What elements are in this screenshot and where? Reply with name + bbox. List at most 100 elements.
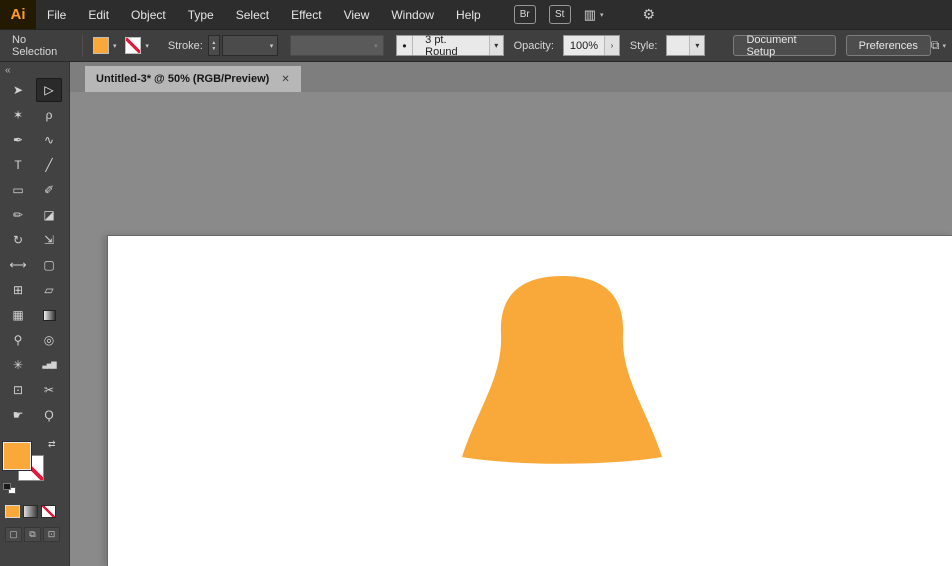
selection-tool[interactable]: ➤ xyxy=(5,78,31,102)
stroke-width-stepper[interactable]: ▲ ▼ xyxy=(207,35,221,56)
menu-effect[interactable]: Effect xyxy=(280,0,332,29)
default-fill-stroke-icon[interactable] xyxy=(3,483,17,495)
stock-button[interactable]: St xyxy=(548,5,571,24)
magic-wand-tool[interactable]: ✶ xyxy=(5,103,31,127)
mesh-tool[interactable]: ▦ xyxy=(5,303,31,327)
brush-value[interactable]: 3 pt. Round xyxy=(413,34,489,58)
none-button[interactable] xyxy=(41,505,56,518)
document-setup-button[interactable]: Document Setup xyxy=(733,34,836,58)
type-tool[interactable]: T xyxy=(5,153,31,177)
stroke-width-dropdown[interactable]: ▾ xyxy=(222,35,279,56)
mesh-tool-icon: ▦ xyxy=(12,308,24,322)
chevron-down-icon[interactable]: ▾ xyxy=(689,36,705,55)
stepper-down-icon[interactable]: ▼ xyxy=(211,46,216,52)
perspective-grid-tool[interactable]: ▱ xyxy=(36,278,62,302)
direct-selection-tool[interactable]: ▷ xyxy=(36,78,62,102)
stroke-label[interactable]: Stroke: xyxy=(168,40,203,52)
slice-tool-icon: ✂ xyxy=(43,383,55,397)
swap-fill-stroke-icon[interactable]: ⇄ xyxy=(48,439,56,450)
gradient-tool-icon xyxy=(42,309,56,321)
opacity-dropdown[interactable]: 100% › xyxy=(562,35,620,56)
paintbrush-tool[interactable]: ✐ xyxy=(36,178,62,202)
menu-edit[interactable]: Edit xyxy=(77,0,120,29)
gradient-button[interactable] xyxy=(23,505,38,518)
brush-preview-icon: • xyxy=(397,36,414,55)
tools-panel: « ➤ ▷ ✶ ρ ✒ ∿ T ╱ ▭ ✐ ✏ ◪ ↻ ⇲ ⟷ ▢ ⊞ ▱ ▦ ⚲ ◎ ✳ ▃▅▇ ⊡ ✂ ☛ Ϙ ⇄ ▢ ⧉ ⊡ xyxy=(0,62,70,566)
rectangle-tool[interactable]: ▭ xyxy=(5,178,31,202)
shaper-tool[interactable]: ✏ xyxy=(5,203,31,227)
chevron-down-icon: ▾ xyxy=(600,11,604,19)
draw-normal-mode[interactable]: ▢ xyxy=(5,527,22,542)
opacity-value[interactable]: 100% xyxy=(564,36,604,55)
column-graph-tool-icon: ▃▅▇ xyxy=(42,362,56,369)
menu-object[interactable]: Object xyxy=(120,0,177,29)
lasso-tool[interactable]: ρ xyxy=(36,103,62,127)
chevron-down-icon[interactable]: ▾ xyxy=(488,36,503,55)
menu-type[interactable]: Type xyxy=(177,0,225,29)
workspace-switcher[interactable]: ⧉ ▾ xyxy=(931,38,946,53)
bridge-button[interactable]: Br xyxy=(513,5,536,24)
draw-behind-mode-icon: ⧉ xyxy=(29,529,36,539)
fill-color-caret-icon[interactable]: ▾ xyxy=(113,42,117,50)
preferences-button[interactable]: Preferences xyxy=(845,35,931,56)
menu-bar: Ai File Edit Object Type Select Effect View Win… xyxy=(0,0,952,29)
pen-tool[interactable]: ✒ xyxy=(5,128,31,152)
symbol-sprayer-tool[interactable]: ✳ xyxy=(5,353,31,377)
menu-help[interactable]: Help xyxy=(445,0,492,29)
style-value[interactable] xyxy=(667,36,689,55)
menu-window[interactable]: Window xyxy=(380,0,445,29)
zoom-tool[interactable]: Ϙ xyxy=(36,403,62,427)
scale-tool[interactable]: ⇲ xyxy=(36,228,62,252)
fill-color-swatch[interactable] xyxy=(92,37,109,54)
selection-status-label: No Selection xyxy=(12,33,58,58)
hand-tool[interactable]: ☛ xyxy=(5,403,31,427)
shaper-tool-icon: ✏ xyxy=(12,208,24,222)
rectangle-tool-icon: ▭ xyxy=(12,183,24,197)
paint-type-buttons xyxy=(0,505,69,518)
eyedropper-tool[interactable]: ⚲ xyxy=(5,328,31,352)
brush-definition-dropdown[interactable]: • 3 pt. Round ▾ xyxy=(395,34,504,58)
close-icon[interactable]: ✕ xyxy=(281,74,289,85)
tools-panel-header: « xyxy=(0,62,69,78)
canvas-pasteboard[interactable] xyxy=(70,92,952,566)
fill-swatch[interactable] xyxy=(3,442,31,470)
width-tool[interactable]: ⟷ xyxy=(5,253,31,277)
shape-builder-tool[interactable]: ⊞ xyxy=(5,278,31,302)
style-dropdown[interactable]: ▾ xyxy=(666,35,706,56)
color-button[interactable] xyxy=(5,505,20,518)
free-transform-tool[interactable]: ▢ xyxy=(36,253,62,277)
chevron-icon[interactable]: › xyxy=(603,36,619,55)
collapse-panel-icon[interactable]: « xyxy=(5,65,11,76)
selection-tool-icon: ➤ xyxy=(12,83,24,97)
perspective-grid-tool-icon: ▱ xyxy=(44,283,54,297)
draw-normal-mode-icon: ▢ xyxy=(9,529,18,539)
column-graph-tool[interactable]: ▃▅▇ xyxy=(36,353,62,377)
draw-inside-mode[interactable]: ⊡ xyxy=(43,527,60,542)
menu-view[interactable]: View xyxy=(333,0,381,29)
artboard[interactable] xyxy=(108,236,952,566)
opacity-label[interactable]: Opacity: xyxy=(514,40,554,52)
document-tab[interactable]: Untitled-3* @ 50% (RGB/Preview) ✕ xyxy=(85,66,301,92)
chevron-down-icon: ▾ xyxy=(374,42,378,50)
sync-status-icon[interactable]: ⚙ xyxy=(643,6,656,23)
hand-tool-icon: ☛ xyxy=(12,408,24,422)
default-fill-mini xyxy=(3,483,11,490)
document-tab-title: Untitled-3* @ 50% (RGB/Preview) xyxy=(96,73,270,85)
eraser-tool[interactable]: ◪ xyxy=(36,203,62,227)
rotate-tool[interactable]: ↻ xyxy=(5,228,31,252)
blend-tool[interactable]: ◎ xyxy=(36,328,62,352)
menu-select[interactable]: Select xyxy=(225,0,280,29)
stroke-color-caret-icon[interactable]: ▾ xyxy=(145,42,149,50)
gradient-tool[interactable] xyxy=(36,303,62,327)
draw-behind-mode[interactable]: ⧉ xyxy=(24,527,41,542)
arrange-documents-dropdown[interactable]: ▥ ▾ xyxy=(584,7,604,23)
artboard-tool[interactable]: ⊡ xyxy=(5,378,31,402)
line-segment-tool-icon: ╱ xyxy=(45,158,53,172)
curvature-tool[interactable]: ∿ xyxy=(36,128,62,152)
stroke-color-swatch[interactable] xyxy=(125,37,142,54)
line-segment-tool[interactable]: ╱ xyxy=(36,153,62,177)
style-label[interactable]: Style: xyxy=(630,40,658,52)
menu-file[interactable]: File xyxy=(36,0,77,29)
bell-shape[interactable] xyxy=(462,276,662,464)
slice-tool[interactable]: ✂ xyxy=(36,378,62,402)
